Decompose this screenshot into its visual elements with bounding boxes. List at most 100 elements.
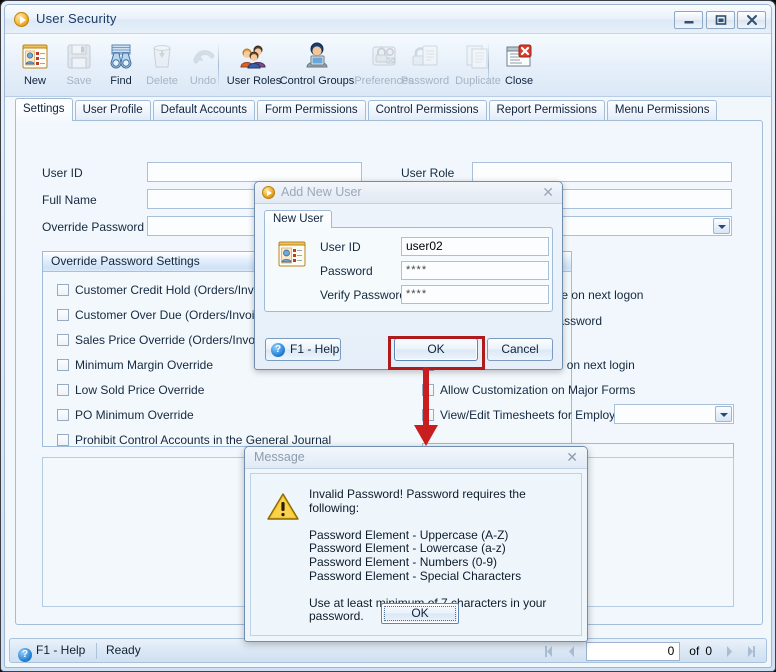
checkbox-label: PO Minimum Override: [75, 408, 194, 422]
checkbox-box[interactable]: [422, 409, 434, 421]
floppy-disk-icon: [63, 41, 95, 72]
add-new-user-dialog: Add New User ✕ New User User ID user02 P…: [254, 181, 563, 370]
dialog-footer: ? F1 - Help OK Cancel: [255, 331, 562, 369]
next-record-icon[interactable]: [718, 641, 740, 662]
toolbar-label: Control Groups: [279, 75, 355, 87]
new-user-panel: User ID user02 Password **** Verify Pass…: [264, 227, 553, 312]
tab-default-accounts[interactable]: Default Accounts: [152, 100, 255, 121]
checkbox-minimum-margin-override[interactable]: Minimum Margin Override: [57, 358, 213, 372]
status-help-button[interactable]: ? F1 - Help: [18, 643, 85, 662]
checkbox-customer-credit-hold[interactable]: Customer Credit Hold (Orders/Invoices): [57, 283, 286, 297]
tab-user-profile[interactable]: User Profile: [74, 100, 151, 121]
close-icon[interactable]: ✕: [542, 184, 554, 201]
user-id-input[interactable]: [147, 162, 362, 182]
current-record-input[interactable]: 0: [586, 642, 681, 661]
ok-button[interactable]: OK: [394, 338, 478, 361]
tab-form-permissions[interactable]: Form Permissions: [256, 100, 366, 121]
checkbox-label: Prohibit Control Accounts in the General…: [75, 433, 332, 447]
cancel-button[interactable]: Cancel: [487, 338, 553, 361]
record-navigator: 0 of 0: [539, 641, 762, 662]
title-bar: User Security: [5, 5, 771, 34]
undo-arrow-icon: [187, 41, 219, 72]
checkbox-box[interactable]: [422, 384, 434, 396]
checkbox-customer-over-due[interactable]: Customer Over Due (Orders/Invoices): [57, 308, 277, 322]
checkbox-box[interactable]: [57, 284, 69, 296]
last-record-icon[interactable]: [740, 641, 762, 662]
user-role-input[interactable]: [472, 162, 732, 182]
tab-menu-permissions[interactable]: Menu Permissions: [606, 100, 718, 121]
close-icon[interactable]: [737, 11, 766, 29]
toolbar-button-password[interactable]: Password: [397, 37, 453, 94]
checkbox-box[interactable]: [57, 334, 69, 346]
maximize-icon[interactable]: [706, 11, 735, 29]
checkbox-label: Sales Price Override (Orders/Invoices): [75, 333, 281, 347]
f1-help-button[interactable]: ? F1 - Help: [265, 338, 341, 361]
dialog-title: Message: [254, 450, 305, 464]
status-text: Ready: [106, 643, 141, 657]
message-dialog: Message ✕ Invalid Password! Password req…: [244, 446, 588, 642]
play-circle-icon: [14, 12, 29, 27]
toolbar-label: Undo: [189, 75, 217, 87]
checkbox-prohibit-control-accounts[interactable]: Prohibit Control Accounts in the General…: [57, 433, 331, 447]
checkbox-po-minimum-override[interactable]: PO Minimum Override: [57, 408, 194, 422]
dialog-title-bar: Add New User ✕: [255, 182, 562, 204]
message-ok-button[interactable]: OK: [381, 603, 459, 624]
close-window-icon: [503, 41, 535, 72]
new-user-verify-input[interactable]: ****: [401, 285, 549, 304]
user-security-window: User Security New Save Find Delete Undo …: [0, 0, 776, 672]
status-help-label: F1 - Help: [36, 643, 86, 657]
new-user-card-icon: [19, 41, 51, 72]
checkbox-box[interactable]: [57, 359, 69, 371]
new-user-id-input[interactable]: user02: [401, 237, 549, 256]
checkbox-box[interactable]: [57, 309, 69, 321]
toolbar-button-user-roles[interactable]: User Roles: [223, 37, 285, 94]
window-client-area: User Security New Save Find Delete Undo …: [4, 4, 772, 668]
checkbox-low-sold-price-override[interactable]: Low Sold Price Override: [57, 383, 204, 397]
f1-help-label: F1 - Help: [290, 342, 340, 356]
toolbar-label: User Roles: [226, 75, 282, 87]
message-body: Invalid Password! Password requires the …: [250, 473, 582, 636]
timesheet-employee-combobox[interactable]: [614, 404, 734, 424]
copy-pages-icon: [462, 41, 494, 72]
checkbox-label: View/Edit Timesheets for Employee: [440, 408, 629, 422]
total-records-label: 0: [705, 644, 712, 658]
toolbar-button-close[interactable]: Close: [493, 37, 545, 94]
chevron-down-icon[interactable]: [715, 406, 732, 422]
tab-settings[interactable]: Settings: [15, 98, 73, 121]
checkbox-sales-price-override[interactable]: Sales Price Override (Orders/Invoices): [57, 333, 280, 347]
checkbox-label: Low Sold Price Override: [75, 383, 205, 397]
close-icon[interactable]: ✕: [566, 449, 578, 466]
binoculars-icon: [105, 41, 137, 72]
chevron-down-icon[interactable]: [713, 218, 730, 234]
play-circle-icon: [262, 186, 275, 199]
toolbar-label: Close: [504, 75, 534, 87]
user-card-icon: [277, 240, 307, 268]
tab-control-permissions[interactable]: Control Permissions: [367, 100, 487, 121]
new-user-id-label: User ID: [320, 240, 361, 254]
first-record-icon[interactable]: [539, 641, 561, 662]
minimize-icon[interactable]: [674, 11, 703, 29]
dialog-title: Add New User: [281, 185, 362, 199]
checkbox-box[interactable]: [57, 409, 69, 421]
user-id-label: User ID: [42, 166, 83, 180]
checkbox-allow-customization[interactable]: Allow Customization on Major Forms: [422, 383, 635, 397]
toolbar: New Save Find Delete Undo User Roles Con…: [5, 34, 771, 97]
tab-report-permissions[interactable]: Report Permissions: [488, 100, 605, 121]
checkbox-view-edit-timesheets[interactable]: View/Edit Timesheets for Employee: [422, 408, 629, 422]
previous-record-icon[interactable]: [561, 641, 583, 662]
dialog-title-bar: Message ✕: [245, 447, 587, 469]
checkbox-box[interactable]: [57, 434, 69, 446]
question-mark-icon: ?: [18, 648, 32, 662]
checkbox-label: Minimum Margin Override: [75, 358, 214, 372]
toolbar-label: Password: [400, 75, 450, 87]
new-user-password-input[interactable]: ****: [401, 261, 549, 280]
checkbox-box[interactable]: [57, 384, 69, 396]
toolbar-button-control-groups[interactable]: Control Groups: [279, 37, 355, 94]
person-computer-icon: [301, 41, 333, 72]
new-user-verify-label: Verify Password: [320, 288, 407, 302]
override-password-label: Override Password: [42, 220, 145, 234]
message-ok-label: OK: [411, 606, 429, 620]
toolbar-button-undo[interactable]: Undo: [177, 37, 229, 94]
tab-strip: Settings User Profile Default Accounts F…: [15, 98, 763, 142]
tab-new-user[interactable]: New User: [264, 210, 333, 228]
